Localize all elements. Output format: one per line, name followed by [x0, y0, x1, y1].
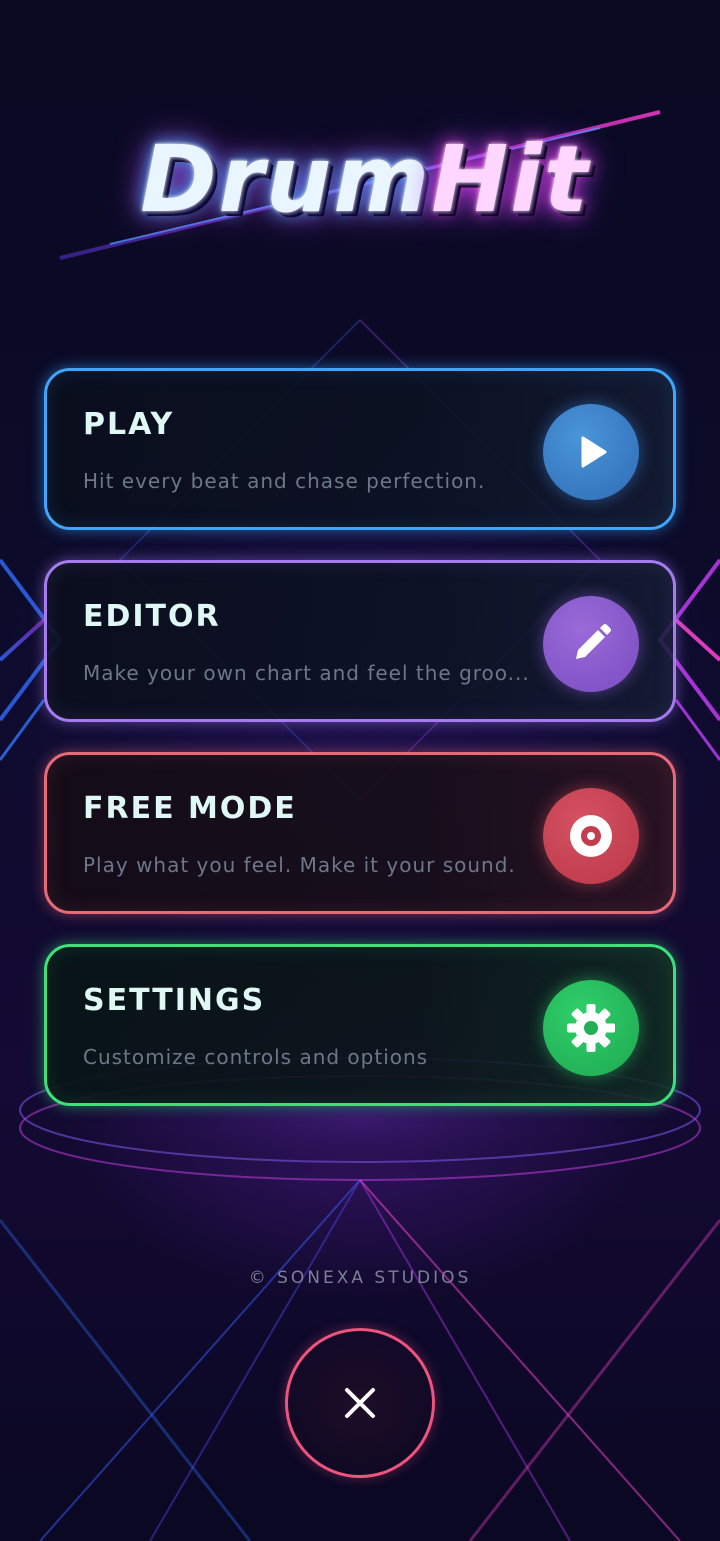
- logo-part-hit: Hit: [431, 126, 590, 233]
- drumhit-logo: DrumHit: [60, 95, 670, 265]
- play-icon: [581, 436, 607, 468]
- disc-icon: [570, 815, 612, 857]
- settings-title: SETTINGS: [83, 983, 266, 1018]
- play-button[interactable]: [543, 404, 639, 500]
- close-icon: [345, 1388, 375, 1418]
- free-mode-button[interactable]: [543, 788, 639, 884]
- logo-text: DrumHit: [60, 95, 670, 265]
- free-mode-subtitle: Play what you feel. Make it your sound.: [83, 853, 516, 877]
- editor-button[interactable]: [543, 596, 639, 692]
- close-button[interactable]: [285, 1328, 435, 1478]
- pencil-icon: [576, 624, 611, 659]
- settings-subtitle: Customize controls and options: [83, 1045, 429, 1069]
- editor-subtitle: Make your own chart and feel the groo...: [83, 661, 530, 685]
- main-menu-screen: DrumHit PLAY Hit every beat and chase pe…: [0, 0, 720, 1541]
- gear-icon: [567, 1004, 615, 1052]
- editor-card[interactable]: EDITOR Make your own chart and feel the …: [44, 560, 676, 722]
- free-mode-title: FREE MODE: [83, 791, 297, 826]
- logo-part-drum: Drum: [140, 126, 432, 233]
- free-mode-card[interactable]: FREE MODE Play what you feel. Make it yo…: [44, 752, 676, 914]
- editor-title: EDITOR: [83, 599, 221, 634]
- play-subtitle: Hit every beat and chase perfection.: [83, 469, 486, 493]
- settings-card[interactable]: SETTINGS Customize controls and options: [44, 944, 676, 1106]
- play-card[interactable]: PLAY Hit every beat and chase perfection…: [44, 368, 676, 530]
- settings-button[interactable]: [543, 980, 639, 1076]
- play-title: PLAY: [83, 407, 175, 442]
- copyright-text: © SONEXA STUDIOS: [248, 1268, 472, 1288]
